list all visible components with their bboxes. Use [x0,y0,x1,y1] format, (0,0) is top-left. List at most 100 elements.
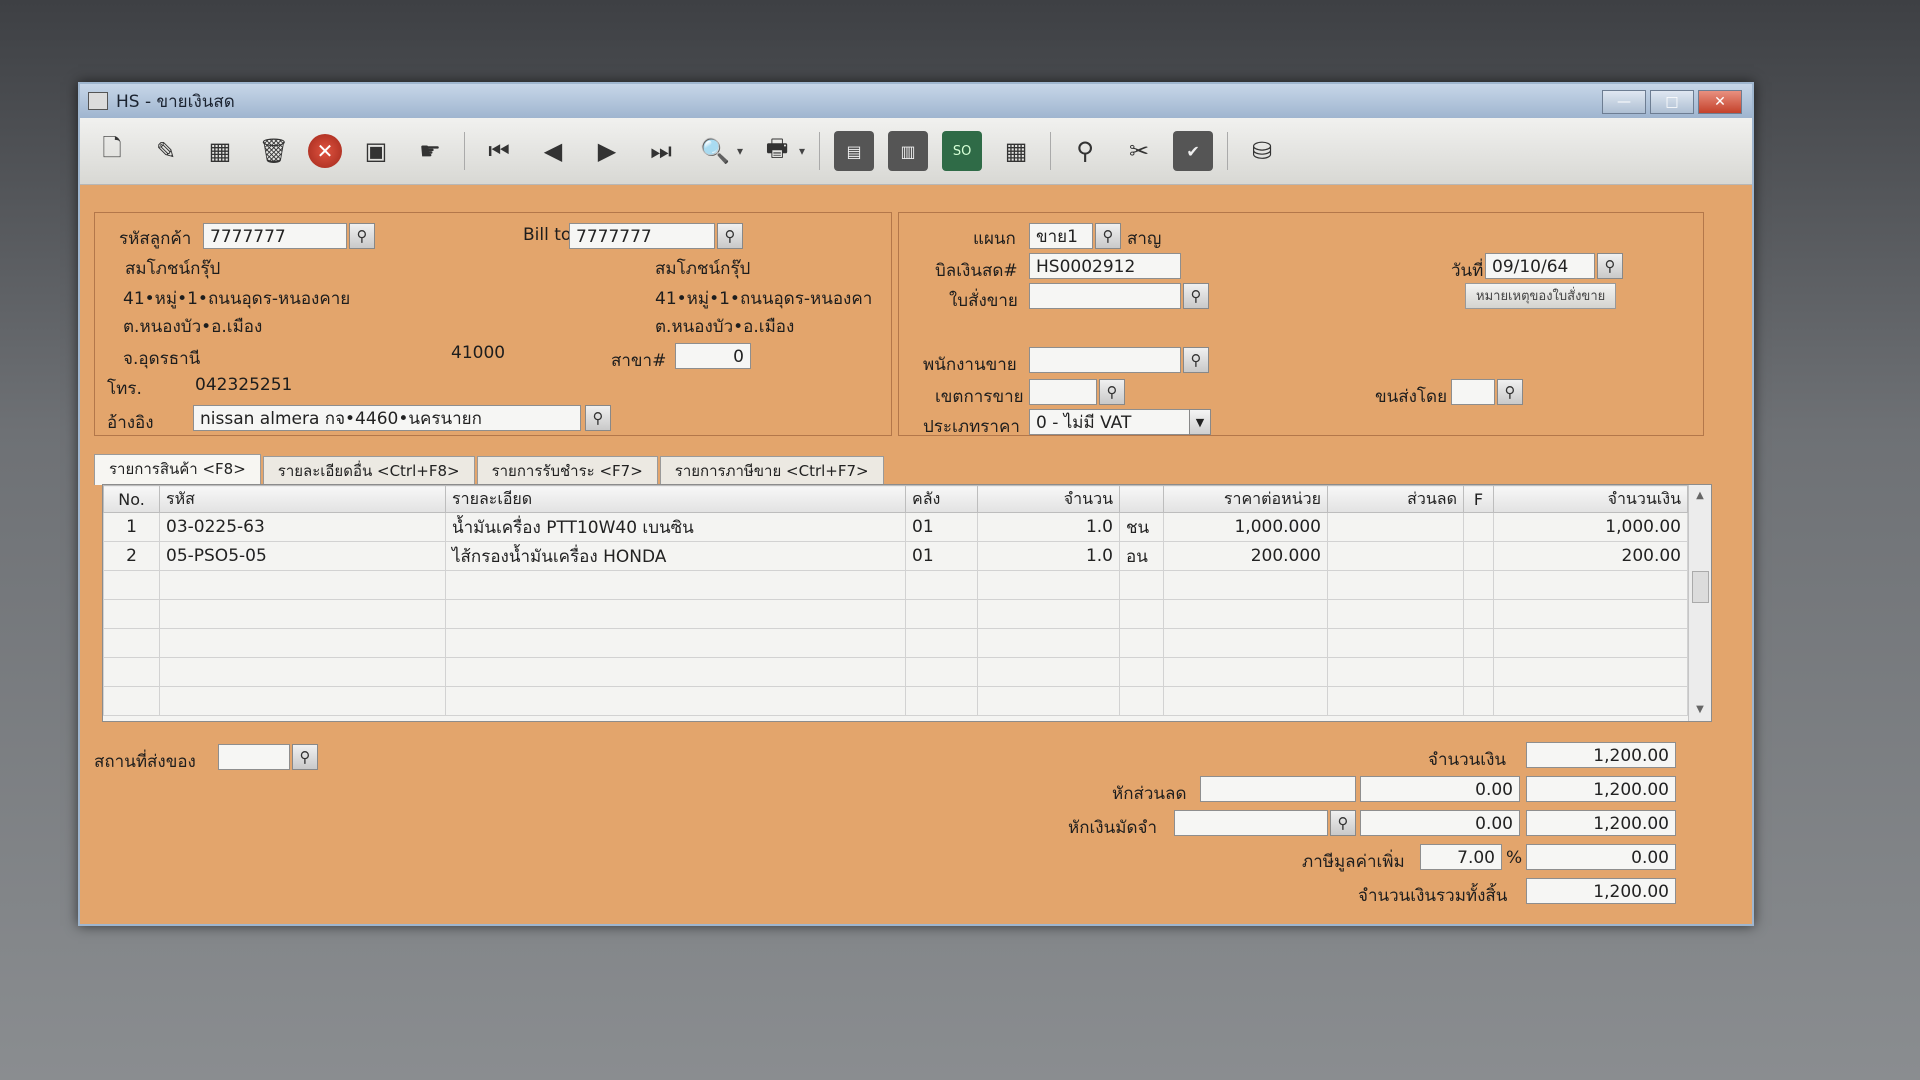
search-icon[interactable]: ⚲ [1183,283,1209,309]
search-icon[interactable]: 🔍 [695,131,735,171]
calculator-icon[interactable]: ▤ [834,131,875,171]
sales-order-note-button[interactable]: หมายเหตุของใบสั่งขาย [1465,283,1617,309]
customer-phone: 042325251 [195,375,293,395]
ok-icon[interactable]: ✔ [1173,131,1214,171]
department-input[interactable]: ขาย1 [1029,223,1093,249]
search-icon[interactable]: ⚲ [349,223,375,249]
hand-icon[interactable]: ☛ [410,131,450,171]
table-row-empty[interactable] [103,599,1688,629]
discount-label: หักส่วนลด [1112,784,1187,804]
search-icon[interactable]: ⚲ [1330,810,1356,836]
search-icon[interactable]: ⚲ [1183,347,1209,373]
minimize-button[interactable]: — [1602,90,1646,114]
tools-icon[interactable]: ✂ [1119,131,1159,171]
first-record-icon[interactable]: ⏮ [479,131,519,171]
row-unit-price: 200.000 [1163,541,1328,571]
printer-icon[interactable]: 🖶 [757,131,797,171]
table-row[interactable]: 2 05-PSO5-05 ไส้กรองน้ำมันเครื่อง HONDA … [103,541,1688,571]
column-header-unit-price[interactable]: ราคาต่อหน่วย [1163,485,1328,513]
calendar-icon[interactable]: ⚲ [1597,253,1623,279]
row-no: 1 [103,512,160,542]
grid-scrollbar[interactable]: ▲ ▼ [1688,485,1711,721]
chevron-down-icon[interactable]: ▾ [737,144,743,158]
column-header-discount[interactable]: ส่วนลด [1327,485,1464,513]
sales-order-input[interactable] [1029,283,1181,309]
discount-input[interactable] [1200,776,1356,802]
network-icon[interactable]: ⛁ [1242,131,1282,171]
bill-number-input[interactable]: HS0002912 [1029,253,1181,279]
date-input[interactable]: 09/10/64 [1485,253,1595,279]
search-icon[interactable]: ⚲ [292,744,318,770]
close-button[interactable]: ✕ [1698,90,1742,114]
branch-label: สาขา# [611,351,667,371]
column-header-quantity[interactable]: จำนวน [977,485,1120,513]
row-code: 05-PSO5-05 [159,541,446,571]
reference-input[interactable]: nissan almera กจ•4460•นครนายก [193,405,581,431]
column-header-f[interactable]: F [1463,485,1494,513]
tab-other-details[interactable]: รายละเอียดอื่น <Ctrl+F8> [262,456,475,485]
bill-to-address-line1: 41•หมู่•1•ถนนอุดร-หนองคา [655,289,873,309]
app-icon [88,92,108,110]
table-row-empty[interactable] [103,628,1688,658]
column-header-description[interactable]: รายละเอียด [445,485,906,513]
column-header-no[interactable]: No. [103,485,160,513]
bill-to-name: สมโภชน์กรุ๊ป [655,259,751,279]
column-header-unit[interactable] [1119,485,1164,513]
search-icon[interactable]: ⚲ [1497,379,1523,405]
scroll-up-icon[interactable]: ▲ [1689,485,1711,507]
search-icon[interactable]: ⚲ [1095,223,1121,249]
table-row[interactable]: 1 03-0225-63 น้ำมันเครื่อง PTT10W40 เบนซ… [103,512,1688,542]
grand-total-label: จำนวนเงินรวมทั้งสิ้น [1358,886,1508,906]
form-icon[interactable]: ▥ [888,131,929,171]
column-header-amount[interactable]: จำนวนเงิน [1493,485,1688,513]
column-header-warehouse[interactable]: คลัง [905,485,978,513]
deposit-value: 0.00 [1360,810,1520,836]
customer-code-label: รหัสลูกค้า [119,229,192,249]
last-record-icon[interactable]: ⏭ [641,131,681,171]
delivery-place-input[interactable] [218,744,290,770]
table-row-empty[interactable] [103,686,1688,716]
save-icon[interactable]: ▣ [356,131,396,171]
customer-code-input[interactable]: 7777777 [203,223,347,249]
row-unit-price: 1,000.000 [1163,512,1328,542]
price-type-select[interactable]: 0 - ไม่มี VAT [1029,409,1191,435]
amount-label: จำนวนเงิน [1428,750,1507,770]
cancel-icon[interactable]: ✕ [308,134,342,168]
bill-number-label: บิลเงินสด# [935,261,1018,281]
report-icon[interactable]: ▦ [996,131,1036,171]
table-row-empty[interactable] [103,657,1688,687]
bill-to-address-line2: ต.หนองบัว•อ.เมือง [655,317,795,337]
department-label: แผนก [973,229,1016,249]
bill-to-input[interactable]: 7777777 [569,223,715,249]
search-icon[interactable]: ⚲ [717,223,743,249]
trash-icon[interactable]: 🗑 [254,131,294,171]
sales-area-input[interactable] [1029,379,1097,405]
deposit-input[interactable] [1174,810,1328,836]
scroll-thumb[interactable] [1692,571,1709,603]
column-header-code[interactable]: รหัส [159,485,446,513]
tab-sales-tax[interactable]: รายการภาษีขาย <Ctrl+F7> [659,456,884,485]
branch-input[interactable]: 0 [675,343,751,369]
new-document-icon[interactable]: 🗋 [92,131,132,171]
so-icon[interactable]: SO [942,131,983,171]
row-discount [1327,512,1464,542]
salesman-input[interactable] [1029,347,1181,373]
table-row-empty[interactable] [103,570,1688,600]
tab-items[interactable]: รายการสินค้า <F8> [94,454,261,485]
row-f [1463,512,1494,542]
delete-card-icon[interactable]: ▦ [200,131,240,171]
previous-record-icon[interactable]: ◀ [533,131,573,171]
chevron-down-icon[interactable]: ▾ [799,144,805,158]
vat-percent-sign: % [1506,848,1523,868]
maximize-button[interactable]: □ [1650,90,1694,114]
scroll-down-icon[interactable]: ▼ [1689,699,1711,721]
next-record-icon[interactable]: ▶ [587,131,627,171]
tab-payments[interactable]: รายการรับชำระ <F7> [476,456,658,485]
search-icon[interactable]: ⚲ [1099,379,1125,405]
edit-icon[interactable]: ✎ [146,131,186,171]
vat-rate-input[interactable]: 7.00 [1420,844,1502,870]
chevron-down-icon[interactable]: ▼ [1189,409,1211,435]
ok-stamp-icon[interactable]: ⚲ [1065,131,1105,171]
ship-by-input[interactable] [1451,379,1495,405]
search-icon[interactable]: ⚲ [585,405,611,431]
